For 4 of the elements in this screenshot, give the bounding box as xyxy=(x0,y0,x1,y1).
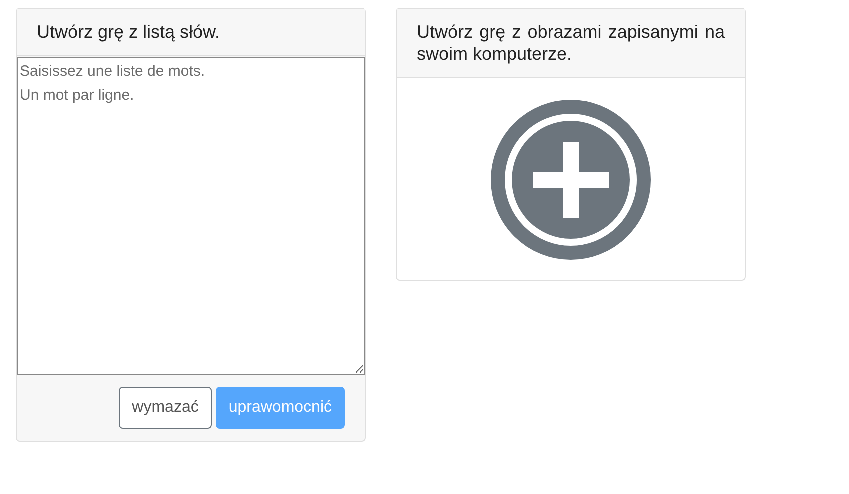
card-title: Utwórz grę z obrazami zapisanymi na swoim komputerze. xyxy=(397,9,745,78)
word-list-field[interactable]: Saisissez une liste de mots. Un mot par ligne. xyxy=(17,57,365,375)
card-title: Utwórz grę z listą słów. xyxy=(17,9,365,56)
clear-button[interactable]: wymazać xyxy=(119,387,212,429)
